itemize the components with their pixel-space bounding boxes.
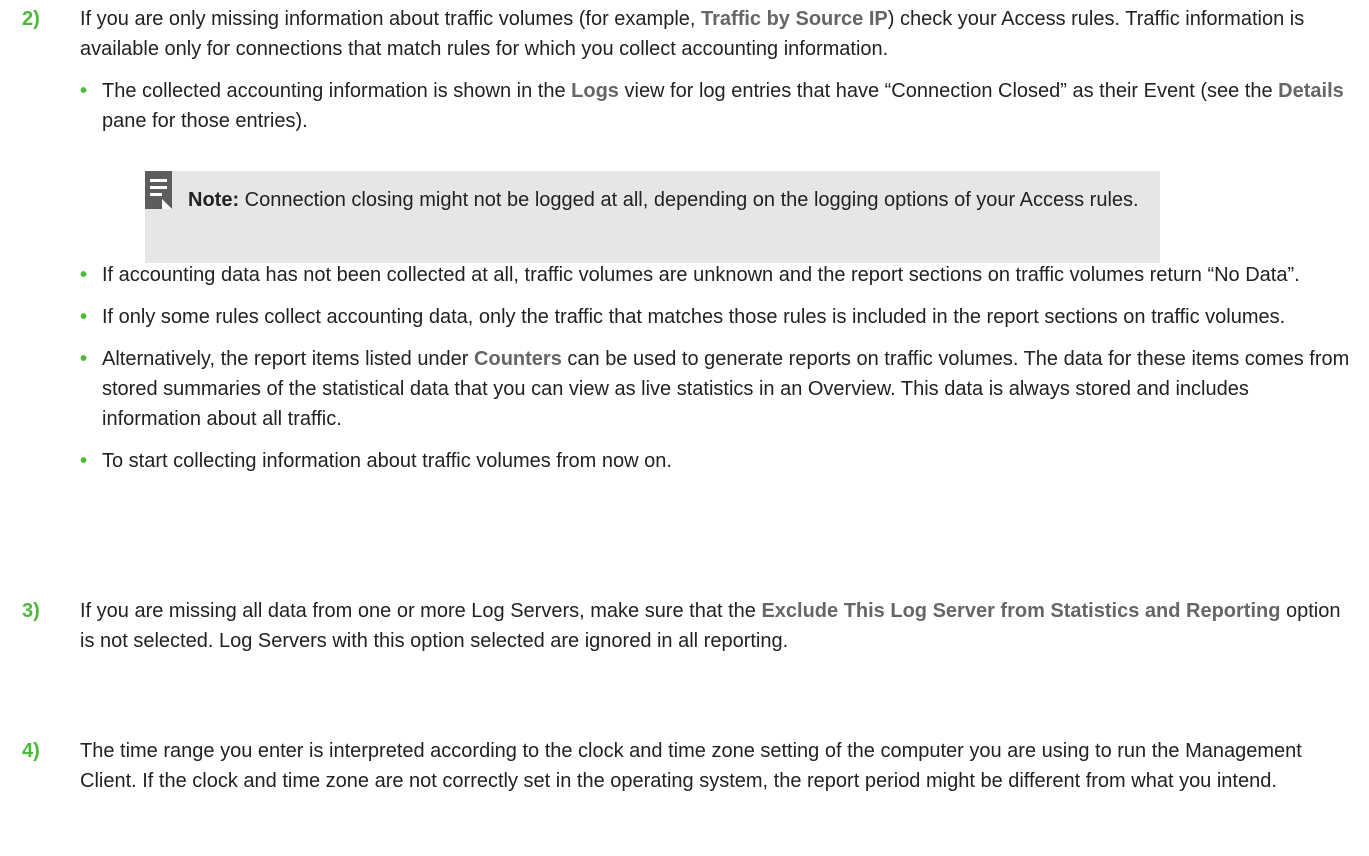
step-number: 4) bbox=[22, 740, 40, 762]
bullet-icon: • bbox=[80, 264, 88, 286]
step-text: The time range you enter is interpreted … bbox=[80, 740, 1302, 792]
bullet-icon: • bbox=[80, 348, 88, 370]
list-item: • Alternatively, the report items listed… bbox=[80, 344, 1352, 434]
list-item: • The collected accounting information i… bbox=[80, 76, 1352, 136]
note-callout: Note: Connection closing might not be lo… bbox=[145, 171, 1160, 263]
step-4: 4) The time range you enter is interpret… bbox=[22, 736, 1352, 796]
step-3: 3) If you are missing all data from one … bbox=[22, 596, 1352, 656]
step-intro: If you are only missing information abou… bbox=[80, 8, 1305, 60]
bullet-icon: • bbox=[80, 450, 88, 472]
ui-term: Traffic by Source IP bbox=[701, 8, 888, 30]
ui-term: Exclude This Log Server from Statistics … bbox=[761, 600, 1281, 622]
bullet-list: • The collected accounting information i… bbox=[80, 76, 1352, 476]
ui-term: Details bbox=[1278, 80, 1344, 102]
ui-term: Counters bbox=[474, 348, 562, 370]
bullet-icon: • bbox=[80, 306, 88, 328]
note-icon bbox=[145, 171, 172, 209]
step-number: 3) bbox=[22, 600, 40, 622]
list-item: • If accounting data has not been collec… bbox=[80, 260, 1352, 290]
step-number: 2) bbox=[22, 8, 40, 30]
note-text: Note: Connection closing might not be lo… bbox=[188, 189, 1139, 211]
note-label: Note: bbox=[188, 189, 240, 211]
step-text: If you are missing all data from one or … bbox=[80, 600, 1341, 652]
step-body: The time range you enter is interpreted … bbox=[80, 736, 1352, 796]
list-item: • To start collecting information about … bbox=[80, 446, 1352, 476]
ui-term: Logs bbox=[571, 80, 619, 102]
list-item: • If only some rules collect accounting … bbox=[80, 302, 1352, 332]
step-body: If you are missing all data from one or … bbox=[80, 596, 1352, 656]
bullet-icon: • bbox=[80, 80, 88, 102]
